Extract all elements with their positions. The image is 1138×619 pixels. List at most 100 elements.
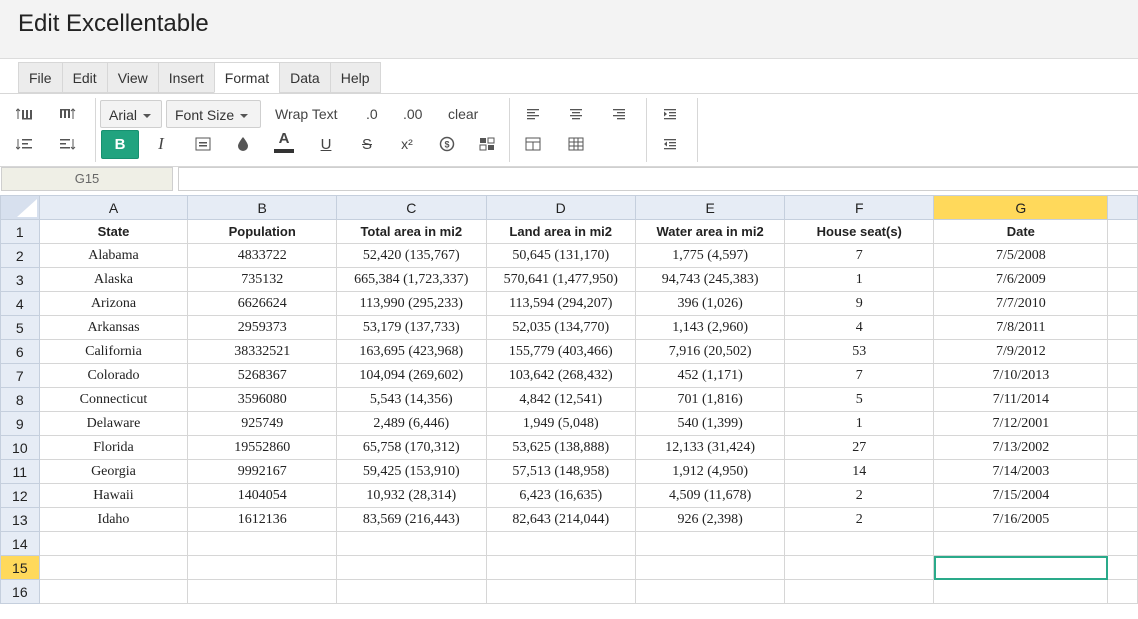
column-header-d[interactable]: D: [485, 195, 636, 220]
cell-d15[interactable]: [485, 555, 636, 580]
cell-d8[interactable]: 4,842 (12,541): [485, 387, 636, 412]
cell-g1[interactable]: Date: [933, 219, 1109, 244]
cell-c16[interactable]: [336, 579, 487, 604]
menu-data[interactable]: Data: [279, 62, 330, 93]
cell-c5[interactable]: 53,179 (137,733): [336, 315, 487, 340]
cell-d4[interactable]: 113,594 (294,207): [485, 291, 636, 316]
cell-g2[interactable]: 7/5/2008: [933, 243, 1109, 268]
cell-d14[interactable]: [485, 531, 636, 556]
cell-c1[interactable]: Total area in mi2: [336, 219, 487, 244]
cell-e16[interactable]: [634, 579, 786, 604]
cell-a3[interactable]: Alaska: [38, 267, 189, 292]
font-size-dropdown[interactable]: Font Size: [166, 100, 261, 128]
cell-d2[interactable]: 50,645 (131,170): [485, 243, 636, 268]
cell-g8[interactable]: 7/11/2014: [933, 387, 1109, 412]
delete-column-icon[interactable]: [52, 131, 82, 157]
indent-increase-icon[interactable]: [655, 101, 685, 127]
cell-g9[interactable]: 7/12/2001: [933, 411, 1109, 436]
cell-overflow[interactable]: [1107, 339, 1138, 364]
cell-d12[interactable]: 6,423 (16,635): [485, 483, 636, 508]
cell-overflow[interactable]: [1107, 387, 1138, 412]
cell-overflow[interactable]: [1107, 435, 1138, 460]
row-header[interactable]: 6: [0, 339, 40, 364]
cell-e4[interactable]: 396 (1,026): [634, 291, 786, 316]
formula-bar[interactable]: [178, 167, 1138, 191]
cell-b14[interactable]: [187, 531, 338, 556]
cell-b1[interactable]: Population: [187, 219, 338, 244]
cell-d7[interactable]: 103,642 (268,432): [485, 363, 636, 388]
row-header[interactable]: 15: [0, 555, 40, 580]
superscript-button[interactable]: x²: [392, 131, 422, 157]
font-family-dropdown[interactable]: Arial: [100, 100, 162, 128]
insert-row-above-icon[interactable]: [10, 101, 40, 127]
cell-d6[interactable]: 155,779 (403,466): [485, 339, 636, 364]
clear-format-button[interactable]: clear: [448, 106, 478, 122]
cell-a13[interactable]: Idaho: [38, 507, 189, 532]
column-header-f[interactable]: F: [784, 195, 935, 220]
cell-c15[interactable]: [336, 555, 487, 580]
cell-c13[interactable]: 83,569 (216,443): [336, 507, 487, 532]
cell-g15[interactable]: [933, 555, 1109, 580]
cell-a12[interactable]: Hawaii: [38, 483, 189, 508]
cell-b3[interactable]: 735132: [187, 267, 338, 292]
row-header[interactable]: 2: [0, 243, 40, 268]
cell-b7[interactable]: 5268367: [187, 363, 338, 388]
cell-a1[interactable]: State: [38, 219, 189, 244]
menu-format[interactable]: Format: [213, 62, 280, 93]
row-header[interactable]: 4: [0, 291, 40, 316]
cell-d9[interactable]: 1,949 (5,048): [485, 411, 636, 436]
cell-e7[interactable]: 452 (1,171): [634, 363, 786, 388]
increase-decimal-button[interactable]: .00: [403, 106, 422, 122]
cell-g3[interactable]: 7/6/2009: [933, 267, 1109, 292]
cell-d10[interactable]: 53,625 (138,888): [485, 435, 636, 460]
cell-c4[interactable]: 113,990 (295,233): [336, 291, 487, 316]
cell-overflow[interactable]: [1107, 219, 1138, 244]
cell-f6[interactable]: 53: [784, 339, 935, 364]
cell-g5[interactable]: 7/8/2011: [933, 315, 1109, 340]
cell-a10[interactable]: Florida: [38, 435, 189, 460]
cell-overflow[interactable]: [1107, 315, 1138, 340]
bold-button[interactable]: B: [101, 130, 139, 159]
cell-b13[interactable]: 1612136: [187, 507, 338, 532]
cell-g6[interactable]: 7/9/2012: [933, 339, 1109, 364]
cell-b11[interactable]: 9992167: [187, 459, 338, 484]
cell-a5[interactable]: Arkansas: [38, 315, 189, 340]
cell-e3[interactable]: 94,743 (245,383): [634, 267, 786, 292]
cell-f3[interactable]: 1: [784, 267, 935, 292]
cell-b2[interactable]: 4833722: [187, 243, 338, 268]
cell-overflow[interactable]: [1107, 411, 1138, 436]
cell-c11[interactable]: 59,425 (153,910): [336, 459, 487, 484]
cell-c12[interactable]: 10,932 (28,314): [336, 483, 487, 508]
cell-overflow[interactable]: [1107, 267, 1138, 292]
cell-c8[interactable]: 5,543 (14,356): [336, 387, 487, 412]
delete-row-icon[interactable]: [10, 131, 40, 157]
strikethrough-button[interactable]: S: [352, 131, 382, 157]
cell-f8[interactable]: 5: [784, 387, 935, 412]
cell-overflow[interactable]: [1107, 555, 1138, 580]
cell-e14[interactable]: [634, 531, 786, 556]
cell-a9[interactable]: Delaware: [38, 411, 189, 436]
underline-button[interactable]: U: [311, 131, 341, 157]
cell-overflow[interactable]: [1107, 363, 1138, 388]
row-header[interactable]: 3: [0, 267, 40, 292]
align-left-icon[interactable]: [518, 101, 548, 127]
cell-f1[interactable]: House seat(s): [784, 219, 935, 244]
column-header-overflow[interactable]: [1107, 195, 1138, 220]
cell-e6[interactable]: 7,916 (20,502): [634, 339, 786, 364]
cell-overflow[interactable]: [1107, 243, 1138, 268]
cell-d5[interactable]: 52,035 (134,770): [485, 315, 636, 340]
cell-f7[interactable]: 7: [784, 363, 935, 388]
cell-b4[interactable]: 6626624: [187, 291, 338, 316]
cell-d11[interactable]: 57,513 (148,958): [485, 459, 636, 484]
cell-a16[interactable]: [38, 579, 189, 604]
italic-button[interactable]: I: [146, 131, 176, 157]
cell-f4[interactable]: 9: [784, 291, 935, 316]
cell-e10[interactable]: 12,133 (31,424): [634, 435, 786, 460]
cell-b15[interactable]: [187, 555, 338, 580]
cell-f12[interactable]: 2: [784, 483, 935, 508]
cell-e2[interactable]: 1,775 (4,597): [634, 243, 786, 268]
cell-b5[interactable]: 2959373: [187, 315, 338, 340]
cell-e12[interactable]: 4,509 (11,678): [634, 483, 786, 508]
cell-c7[interactable]: 104,094 (269,602): [336, 363, 487, 388]
row-header[interactable]: 11: [0, 459, 40, 484]
